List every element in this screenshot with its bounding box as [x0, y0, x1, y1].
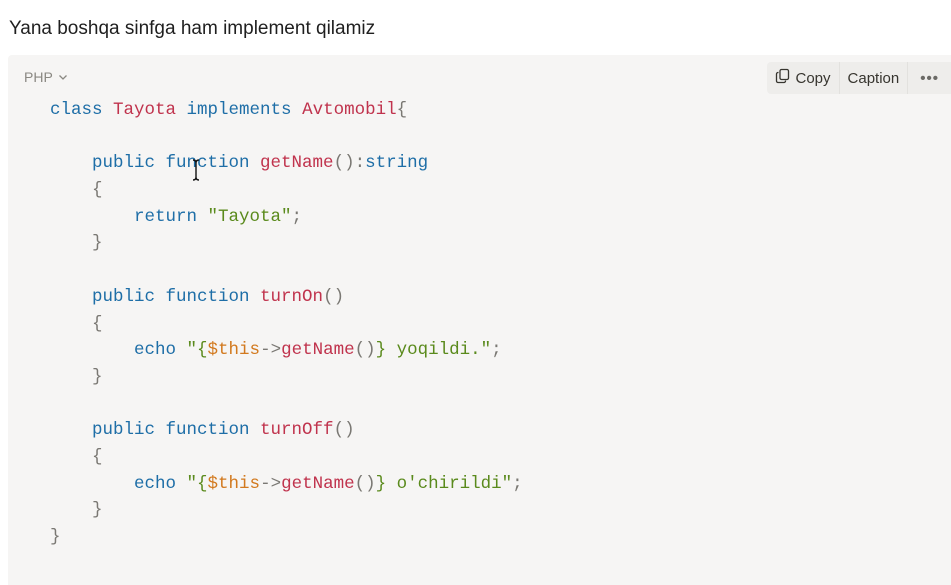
- code-token-identifier: turnOff: [260, 420, 334, 441]
- intro-text: Yana boshqa sinfga ham implement qilamiz: [9, 18, 376, 39]
- code-token-indent: [50, 474, 134, 494]
- code-line: {: [50, 177, 523, 204]
- code-line: public function turnOn(): [50, 284, 523, 311]
- more-options-button[interactable]: •••: [908, 62, 951, 94]
- code-token-punctuation: }: [92, 500, 103, 521]
- code-token-keyword: public function: [92, 153, 261, 174]
- code-content[interactable]: class Tayota implements Avtomobil{ publi…: [50, 97, 523, 551]
- code-token-identifier: Avtomobil: [302, 100, 397, 120]
- code-token-punctuation: {: [92, 180, 103, 201]
- code-token-indent: [50, 420, 92, 440]
- code-token-keyword: public function: [92, 420, 261, 441]
- code-token-punctuation: ;: [512, 473, 523, 494]
- code-token-identifier: Tayota: [113, 100, 187, 120]
- code-token-indent: [50, 153, 92, 173]
- code-line: public function getName():string: [50, 150, 523, 177]
- code-line: }: [50, 524, 523, 551]
- copy-label: Copy: [795, 69, 831, 87]
- code-token-punctuation: }: [92, 233, 103, 254]
- code-token-punctuation: ;: [291, 206, 303, 227]
- code-line: public function turnOff(): [50, 417, 523, 444]
- code-block[interactable]: PHP Copy Caption ••• class Tayota implem…: [8, 55, 951, 585]
- code-line: echo "{$this->getName()} yoqildi.";: [50, 337, 523, 364]
- code-token-indent: [50, 180, 92, 200]
- code-toolbar: Copy Caption •••: [766, 62, 951, 94]
- code-token-identifier: getName: [281, 473, 355, 494]
- code-line: }: [50, 230, 523, 257]
- code-token-punctuation: {: [396, 100, 408, 120]
- code-line: }: [50, 497, 523, 524]
- code-token-indent: [50, 447, 92, 467]
- code-line: return "Tayota";: [50, 204, 523, 231]
- code-token-punctuation: }: [92, 366, 103, 387]
- code-token-keyword: public function: [92, 286, 261, 307]
- code-token-variable: $this: [207, 473, 261, 494]
- code-token-indent: [50, 314, 92, 334]
- code-token-indent: [50, 233, 92, 253]
- code-line: {: [50, 311, 523, 338]
- code-token-identifier: getName: [260, 153, 334, 174]
- code-token-identifier: getName: [281, 340, 355, 361]
- code-token-punctuation: (): [333, 420, 355, 441]
- code-token-indent: [50, 500, 92, 520]
- code-token-keyword: echo: [134, 473, 187, 494]
- code-token-indent: [50, 207, 134, 227]
- code-token-punctuation: ;: [491, 340, 502, 361]
- code-token-keyword: class: [50, 100, 114, 120]
- code-token-keyword: echo: [134, 340, 187, 361]
- code-line: class Tayota implements Avtomobil{: [50, 97, 523, 124]
- code-token-punctuation: ->: [260, 340, 282, 361]
- code-line: }: [50, 364, 523, 391]
- code-token-punctuation: {: [92, 313, 103, 334]
- code-token-string: } yoqildi.": [375, 340, 492, 361]
- code-token-punctuation: (): [323, 286, 345, 307]
- language-label: PHP: [24, 69, 53, 85]
- code-token-punctuation: (): [354, 473, 376, 494]
- code-token-punctuation: (): [354, 340, 376, 361]
- code-token-string: "{: [186, 473, 208, 494]
- copy-button[interactable]: Copy: [767, 62, 839, 94]
- language-selector[interactable]: PHP: [24, 69, 68, 85]
- code-token-keyword: string: [365, 153, 429, 174]
- code-token-string: "Tayota": [207, 206, 292, 227]
- code-token-indent: [50, 287, 92, 307]
- code-token-string: "{: [186, 340, 208, 361]
- copy-icon: [775, 68, 791, 88]
- code-token-string: } o'chirildi": [375, 473, 513, 494]
- code-token-punctuation: {: [92, 446, 103, 467]
- code-token-keyword: return: [134, 206, 208, 227]
- code-token-variable: $this: [207, 340, 261, 361]
- code-line: echo "{$this->getName()} o'chirildi";: [50, 471, 523, 498]
- code-token-punctuation: ->: [260, 473, 282, 494]
- code-token-punctuation: ():: [333, 153, 366, 174]
- code-token-keyword: implements: [186, 100, 303, 120]
- code-token-identifier: turnOn: [260, 286, 324, 307]
- chevron-down-icon: [58, 72, 68, 82]
- code-token-punctuation: }: [50, 527, 61, 547]
- code-token-indent: [50, 340, 134, 360]
- text-cursor-icon: [191, 158, 201, 182]
- code-token-indent: [50, 367, 92, 387]
- caption-button[interactable]: Caption: [840, 62, 908, 94]
- code-line: {: [50, 444, 523, 471]
